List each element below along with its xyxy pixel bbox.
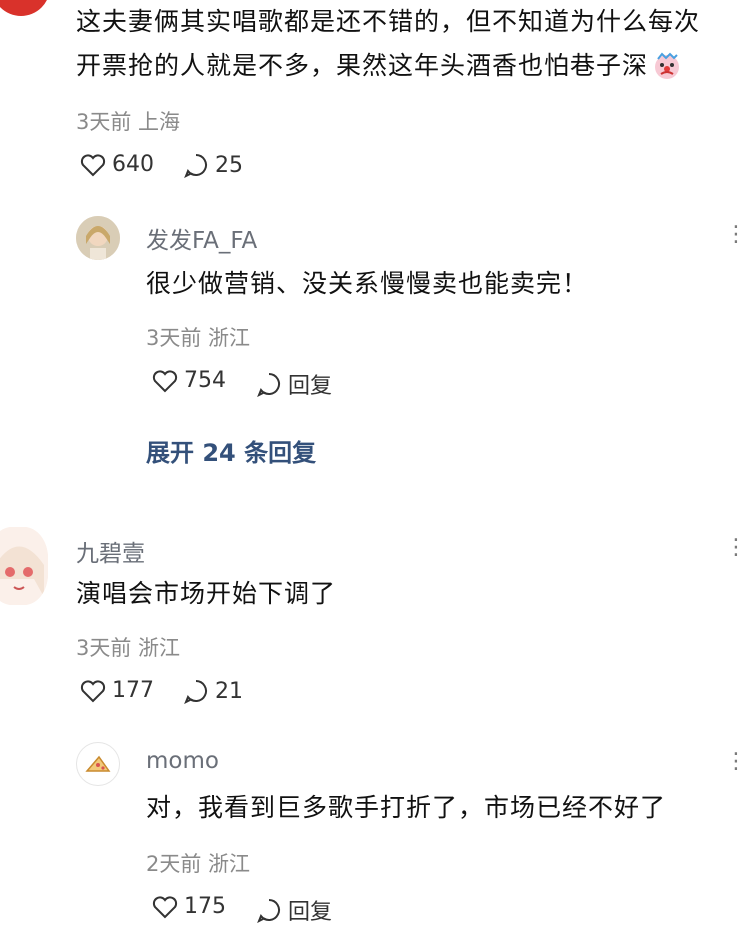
like-count: 754 [184,368,226,393]
username[interactable]: 发发FA_FA [146,221,257,255]
like-button[interactable]: 177 [80,678,154,703]
avatar[interactable] [76,742,120,786]
reply-meta: 3天前 浙江 [146,326,251,350]
like-count: 175 [184,894,226,919]
more-options-icon[interactable]: ⋮ [725,535,749,560]
comment-bubble-icon [257,373,280,397]
comment-bubble-icon [184,680,207,704]
reply-meta: 2天前 浙江 [146,852,251,876]
heart-icon [152,369,178,392]
comment-bubble-icon [184,154,207,178]
more-options-icon[interactable]: ⋮ [725,749,749,774]
more-options-icon[interactable]: ⋮ [725,222,749,247]
reply-label: 回复 [288,900,333,925]
reply-count: 25 [215,152,243,178]
reply-text: 很少做营销、没关系慢慢卖也能卖完！ [146,269,589,298]
comment-meta: 3天前 浙江 [76,636,181,660]
like-button[interactable]: 640 [80,152,154,177]
heart-icon [152,895,178,918]
comment-bubble-icon [257,899,280,923]
reply-button[interactable]: 21 [183,678,243,704]
reply-count: 21 [215,678,243,704]
comment-meta: 3天前 上海 [76,110,181,134]
reply-button[interactable]: 回复 [256,368,332,400]
like-button[interactable]: 175 [152,894,226,919]
like-count: 177 [112,678,154,703]
clown-crying-emoji-icon [652,51,682,81]
heart-icon [80,679,106,702]
avatar[interactable] [0,527,48,605]
comment-text: 这夫妻俩其实唱歌都是还不错的，但不知道为什么每次 开票抢的人就是不多，果然这年头… [76,7,701,81]
pizza-icon [85,755,111,772]
username[interactable]: momo [146,748,219,774]
like-button[interactable]: 754 [152,368,226,393]
comment-text: 演唱会市场开始下调了 [76,579,337,608]
reply-button[interactable]: 25 [183,152,243,178]
avatar[interactable] [76,216,120,260]
heart-icon [80,153,106,176]
reply-label: 回复 [288,374,333,399]
username[interactable]: 九碧壹 [76,534,145,568]
reply-text: 对，我看到巨多歌手打折了，市场已经不好了 [146,793,667,822]
avatar[interactable] [0,0,50,16]
reply-button[interactable]: 回复 [256,894,332,926]
like-count: 640 [112,152,154,177]
expand-replies-link[interactable]: 展开 24 条回复 [146,433,316,468]
